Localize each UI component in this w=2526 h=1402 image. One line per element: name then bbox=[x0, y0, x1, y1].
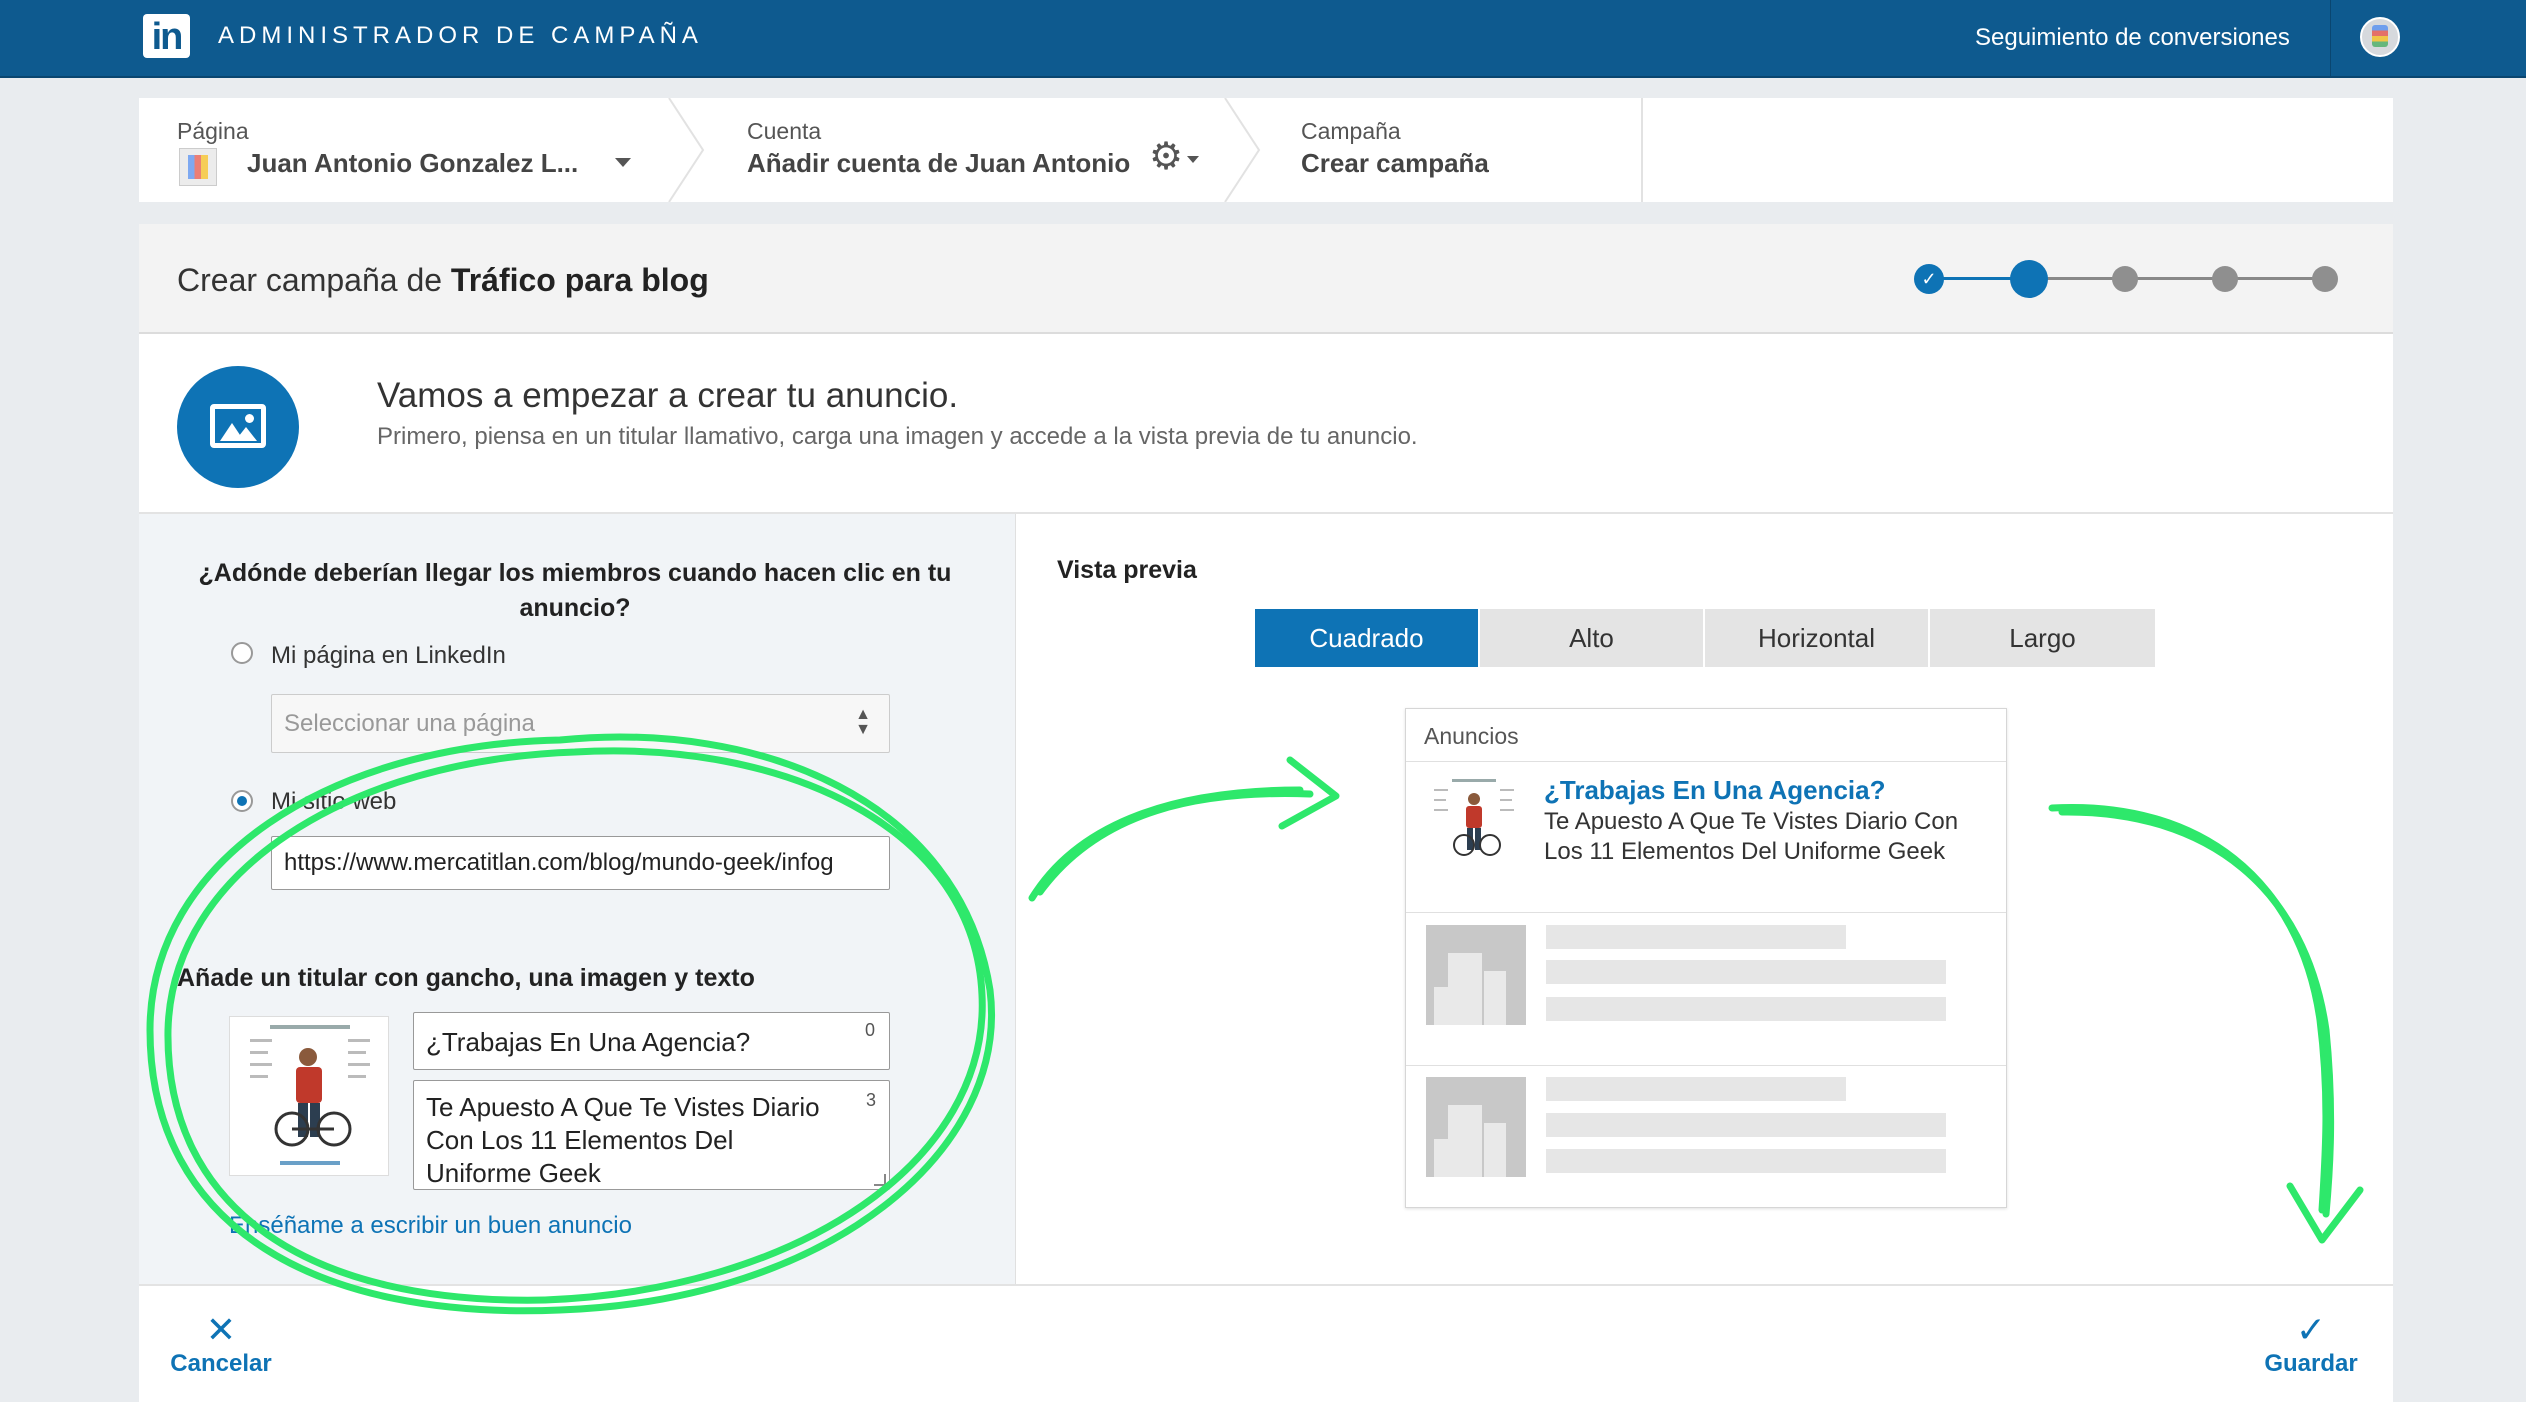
radio-website[interactable] bbox=[231, 790, 253, 812]
linkedin-logo[interactable]: in bbox=[143, 14, 190, 58]
divider bbox=[1406, 1065, 2006, 1066]
ad-preview-box: Anuncios ¿Trabajas En Una Agencia? Te Ap… bbox=[1405, 708, 2007, 1208]
topbar-divider bbox=[2330, 0, 2331, 78]
user-avatar[interactable] bbox=[2360, 17, 2400, 57]
preview-title-label: Vista previa bbox=[1057, 556, 1197, 584]
placeholder-line bbox=[1546, 1149, 1946, 1173]
campaign-name: Tráfico para blog bbox=[450, 262, 709, 298]
breadcrumb: Página Juan Antonio Gonzalez L... Cuenta… bbox=[139, 98, 2393, 202]
radio-linkedin-page[interactable] bbox=[231, 642, 253, 664]
breadcrumb-separator bbox=[668, 98, 705, 202]
tab-largo[interactable]: Largo bbox=[1930, 609, 2155, 667]
creative-section-title: Añade un titular con gancho, una imagen … bbox=[177, 964, 755, 992]
placeholder-building-icon bbox=[1426, 1077, 1526, 1177]
top-navigation-bar: in ADMINISTRADOR DE CAMPAÑA Seguimiento … bbox=[0, 0, 2526, 78]
breadcrumb-account[interactable]: Cuenta Añadir cuenta de Juan Antonio ⚙ bbox=[709, 98, 1239, 202]
check-icon: ✓ bbox=[2295, 1309, 2327, 1350]
ad-image-upload[interactable] bbox=[229, 1016, 389, 1176]
breadcrumb-page-value: Juan Antonio Gonzalez L... bbox=[247, 148, 579, 178]
headline-input[interactable]: ¿Trabajas En Una Agencia? bbox=[413, 1012, 890, 1070]
placeholder-line bbox=[1546, 997, 1946, 1021]
intro-heading: Vamos a empezar a crear tu anuncio. bbox=[377, 376, 959, 415]
cancel-button[interactable]: ✕ Cancelar bbox=[168, 1310, 274, 1378]
tab-alto[interactable]: Alto bbox=[1480, 609, 1705, 667]
cancel-label: Cancelar bbox=[170, 1350, 272, 1377]
ad-image-icon bbox=[250, 1025, 370, 1165]
website-url-input[interactable]: https://www.mercatitlan.com/blog/mundo-g… bbox=[271, 836, 890, 890]
destination-question: ¿Adónde deberían llegar los miembros cua… bbox=[198, 559, 952, 622]
tab-horizontal[interactable]: Horizontal bbox=[1705, 609, 1930, 667]
ad-text-value: Te Apuesto A Que Te Vistes Diario Con Lo… bbox=[426, 1092, 820, 1188]
app-title: ADMINISTRADOR DE CAMPAÑA bbox=[218, 22, 703, 49]
progress-stepper: ✓ bbox=[1914, 258, 2344, 298]
card-header: Crear campaña de Tráfico para blog ✓ bbox=[139, 224, 2393, 334]
step-pending bbox=[2212, 266, 2238, 292]
step-pending bbox=[2112, 266, 2138, 292]
gear-icon[interactable]: ⚙ bbox=[1149, 138, 1183, 176]
placeholder-line bbox=[1546, 1113, 1946, 1137]
page-select-placeholder: Seleccionar una página bbox=[284, 710, 535, 737]
breadcrumb-campaign-label: Campaña bbox=[1301, 118, 1401, 144]
chevron-down-icon[interactable] bbox=[1187, 156, 1199, 163]
divider bbox=[1406, 761, 2006, 762]
breadcrumb-account-label: Cuenta bbox=[747, 118, 822, 144]
ad-preview-headline[interactable]: ¿Trabajas En Una Agencia? bbox=[1544, 775, 1885, 806]
conversion-tracking-link[interactable]: Seguimiento de conversiones bbox=[1975, 24, 2290, 52]
close-icon: ✕ bbox=[205, 1309, 237, 1350]
page-title-prefix: Crear campaña de bbox=[177, 262, 451, 298]
page-select[interactable]: Seleccionar una página ▲ ▼ bbox=[271, 694, 890, 753]
page-title: Crear campaña de Tráfico para blog bbox=[177, 262, 709, 299]
ad-preview-text: Te Apuesto A Que Te Vistes Diario Con Lo… bbox=[1544, 808, 1959, 865]
breadcrumb-page-label: Página bbox=[177, 118, 249, 144]
step-pending bbox=[2312, 266, 2338, 292]
select-arrows-icon: ▲ ▼ bbox=[855, 706, 871, 738]
campaign-card: Crear campaña de Tráfico para blog ✓ Vam… bbox=[139, 224, 2393, 1402]
placeholder-line bbox=[1546, 1077, 1846, 1101]
ad-preview-image bbox=[1426, 775, 1522, 875]
headline-counter: 0 bbox=[865, 1020, 876, 1040]
headline-value: ¿Trabajas En Una Agencia? bbox=[426, 1027, 751, 1057]
breadcrumb-account-value: Añadir cuenta de Juan Antonio bbox=[747, 148, 1131, 178]
resize-handle[interactable] bbox=[874, 1174, 886, 1186]
ad-text-textarea[interactable]: Te Apuesto A Que Te Vistes Diario Con Lo… bbox=[413, 1080, 890, 1190]
ad-text-counter: 3 bbox=[866, 1090, 877, 1110]
help-writing-ad-link[interactable]: Enséñame a escribir un buen anuncio bbox=[229, 1212, 632, 1240]
breadcrumb-page[interactable]: Página Juan Antonio Gonzalez L... bbox=[139, 98, 659, 202]
image-icon bbox=[177, 366, 299, 488]
intro-section: Vamos a empezar a crear tu anuncio. Prim… bbox=[139, 336, 2393, 514]
breadcrumb-separator bbox=[1224, 98, 1261, 202]
save-label: Guardar bbox=[2264, 1350, 2358, 1377]
radio-linkedin-page-label[interactable]: Mi página en LinkedIn bbox=[271, 642, 506, 670]
step-current bbox=[2010, 260, 2048, 298]
save-button[interactable]: ✓ Guardar bbox=[2256, 1310, 2366, 1378]
placeholder-line bbox=[1546, 960, 1946, 984]
page-avatar bbox=[179, 148, 217, 186]
placeholder-building-icon bbox=[1426, 925, 1526, 1025]
ad-form-panel: ¿Adónde deberían llegar los miembros cua… bbox=[139, 514, 1016, 1284]
preview-format-tabs: Cuadrado Alto Horizontal Largo bbox=[1255, 609, 2155, 667]
placeholder-line bbox=[1546, 925, 1846, 949]
ads-label: Anuncios bbox=[1424, 723, 1519, 749]
tab-cuadrado[interactable]: Cuadrado bbox=[1255, 609, 1480, 667]
divider bbox=[1406, 912, 2006, 913]
footer-divider bbox=[139, 1284, 2393, 1286]
breadcrumb-campaign-value: Crear campaña bbox=[1301, 148, 1489, 178]
intro-subheading: Primero, piensa en un titular llamativo,… bbox=[377, 423, 1418, 450]
radio-website-label[interactable]: Mi sitio web bbox=[271, 788, 396, 816]
step-complete-check-icon: ✓ bbox=[1914, 264, 1944, 294]
breadcrumb-campaign[interactable]: Campaña Crear campaña bbox=[1263, 98, 1643, 202]
chevron-down-icon[interactable] bbox=[615, 158, 631, 167]
